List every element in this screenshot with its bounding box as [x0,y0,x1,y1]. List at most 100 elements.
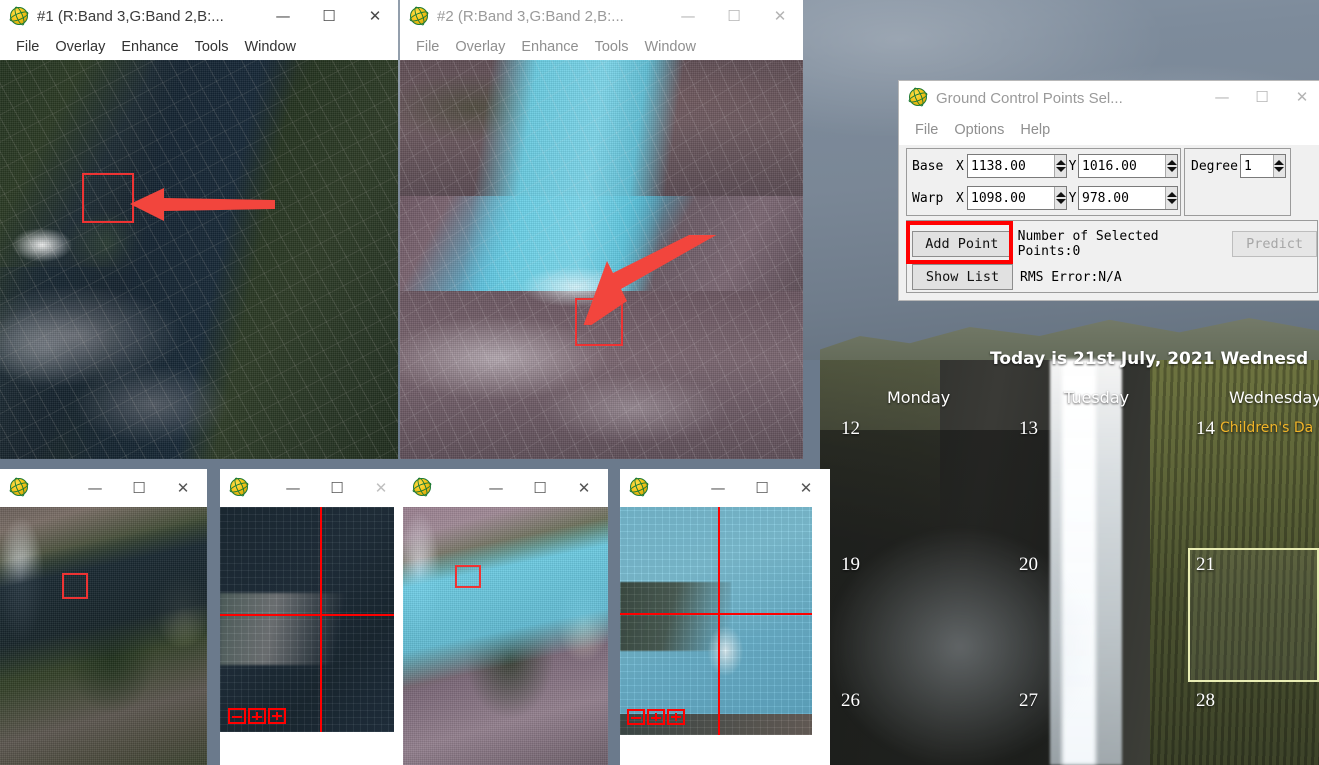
gcp-menubar[interactable]: File Options Help [899,115,1319,145]
base-overview-titlebar[interactable]: — ☐ ✕ [0,469,207,507]
close-icon[interactable]: ✕ [562,469,606,507]
minimize-icon[interactable]: — [696,469,740,507]
warp-window-controls[interactable]: — ☐ ✕ [665,0,803,33]
close-icon[interactable]: ✕ [161,469,205,507]
warp-y-spin-arrows[interactable] [1165,187,1177,209]
menu-tools[interactable]: Tools [587,39,637,55]
predict-button[interactable]: Predict [1232,230,1317,257]
close-icon[interactable]: ✕ [784,469,828,507]
calendar-date-20[interactable]: 20 [1019,554,1038,576]
menu-file[interactable]: File [8,39,47,55]
calendar-date-21[interactable]: 21 [1196,554,1215,576]
warp-overview-canvas[interactable] [403,507,608,765]
add-point-button[interactable]: Add Point [912,230,1012,257]
base-zoom-titlebar[interactable]: — ☐ ✕ [220,469,405,507]
warp-window-titlebar[interactable]: #2 (R:Band 3,G:Band 2,B:... — ☐ ✕ [400,0,803,33]
warp-overview-window[interactable]: — ☐ ✕ [403,469,608,765]
gcp-window-controls[interactable]: — ☐ ✕ [1202,81,1319,114]
menu-help[interactable]: Help [1012,122,1058,138]
warp-zoom-window[interactable]: — ☐ ✕ [620,469,830,765]
base-overview-canvas[interactable] [0,507,207,765]
warp-overview-titlebar[interactable]: — ☐ ✕ [403,469,608,507]
base-image-canvas[interactable] [0,60,398,459]
minimize-icon[interactable]: — [1202,81,1242,114]
menu-file[interactable]: File [408,39,447,55]
base-y-spin-arrows[interactable] [1165,155,1177,177]
maximize-icon[interactable]: ☐ [740,469,784,507]
base-x-input[interactable] [968,155,1054,177]
base-y-spinner[interactable] [1078,154,1178,178]
warp-x-input[interactable] [968,187,1054,209]
menu-tools[interactable]: Tools [187,39,237,55]
maximize-icon[interactable]: ☐ [711,0,757,33]
close-icon[interactable]: ✕ [757,0,803,33]
degree-spinner[interactable] [1239,154,1286,178]
degree-input[interactable] [1240,155,1273,177]
calendar-date-13[interactable]: 13 [1019,418,1038,440]
calendar-date-14[interactable]: 14 [1196,418,1215,440]
base-window-titlebar[interactable]: #1 (R:Band 3,G:Band 2,B:... — ☐ ✕ [0,0,398,33]
warp-image-canvas[interactable] [400,60,803,459]
base-overview-window[interactable]: — ☐ ✕ [0,469,207,765]
warp-window-menubar[interactable]: File Overlay Enhance Tools Window [400,33,803,60]
menu-file[interactable]: File [907,122,946,138]
degree-spin-arrows[interactable] [1272,155,1285,177]
warp-image-window[interactable]: #2 (R:Band 3,G:Band 2,B:... — ☐ ✕ File O… [400,0,803,459]
menu-enhance[interactable]: Enhance [513,39,586,55]
show-list-button[interactable]: Show List [912,264,1013,290]
base-x-spin-arrows[interactable] [1054,155,1066,177]
minimize-icon[interactable]: — [260,0,306,33]
calendar-date-26[interactable]: 26 [841,690,860,712]
menu-overlay[interactable]: Overlay [47,39,113,55]
base-x-spinner[interactable] [967,154,1067,178]
base-overview-controls[interactable]: — ☐ ✕ [73,469,205,507]
menu-enhance[interactable]: Enhance [113,39,186,55]
zoom-out-icon[interactable] [627,709,645,725]
warp-zoom-controls[interactable]: — ☐ ✕ [696,469,828,507]
menu-window[interactable]: Window [236,39,304,55]
menu-overlay[interactable]: Overlay [447,39,513,55]
maximize-icon[interactable]: ☐ [117,469,161,507]
warp-y-input[interactable] [1079,187,1165,209]
warp-zoom-pixel-grid [620,507,812,735]
calendar-date-12[interactable]: 12 [841,418,860,440]
zoom-in-icon[interactable] [248,708,266,724]
warp-zoom-controls-group[interactable] [627,709,685,725]
base-zoom-controls[interactable]: — ☐ ✕ [271,469,403,507]
calendar-date-27[interactable]: 27 [1019,690,1038,712]
warp-x-spin-arrows[interactable] [1054,187,1066,209]
maximize-icon[interactable]: ☐ [306,0,352,33]
warp-overview-controls[interactable]: — ☐ ✕ [474,469,606,507]
minimize-icon[interactable]: — [73,469,117,507]
minimize-icon[interactable]: — [474,469,518,507]
maximize-icon[interactable]: ☐ [518,469,562,507]
zoom-grid-icon[interactable] [667,709,685,725]
close-icon[interactable]: ✕ [359,469,403,507]
warp-zoom-titlebar[interactable]: — ☐ ✕ [620,469,830,507]
base-zoom-controls-group[interactable] [228,708,286,724]
base-window-controls[interactable]: — ☐ ✕ [260,0,398,33]
base-image-window[interactable]: #1 (R:Band 3,G:Band 2,B:... — ☐ ✕ File O… [0,0,398,459]
base-overview-roi [62,573,88,599]
minimize-icon[interactable]: — [271,469,315,507]
zoom-in-icon[interactable] [647,709,665,725]
minimize-icon[interactable]: — [665,0,711,33]
warp-zoom-canvas[interactable] [620,507,812,735]
base-window-menubar[interactable]: File Overlay Enhance Tools Window [0,33,398,60]
calendar-date-28[interactable]: 28 [1196,690,1215,712]
menu-window[interactable]: Window [636,39,704,55]
close-icon[interactable]: ✕ [352,0,398,33]
close-icon[interactable]: ✕ [1282,81,1319,114]
gcp-titlebar[interactable]: Ground Control Points Sel... — ☐ ✕ [899,81,1319,115]
base-zoom-window[interactable]: — ☐ ✕ [220,469,405,765]
base-zoom-canvas[interactable] [220,507,394,732]
base-y-input[interactable] [1079,155,1165,177]
warp-x-spinner[interactable] [967,186,1067,210]
warp-y-spinner[interactable] [1078,186,1178,210]
menu-options[interactable]: Options [946,122,1012,138]
zoom-out-icon[interactable] [228,708,246,724]
zoom-grid-icon[interactable] [268,708,286,724]
maximize-icon[interactable]: ☐ [1242,81,1282,114]
maximize-icon[interactable]: ☐ [315,469,359,507]
calendar-date-19[interactable]: 19 [841,554,860,576]
